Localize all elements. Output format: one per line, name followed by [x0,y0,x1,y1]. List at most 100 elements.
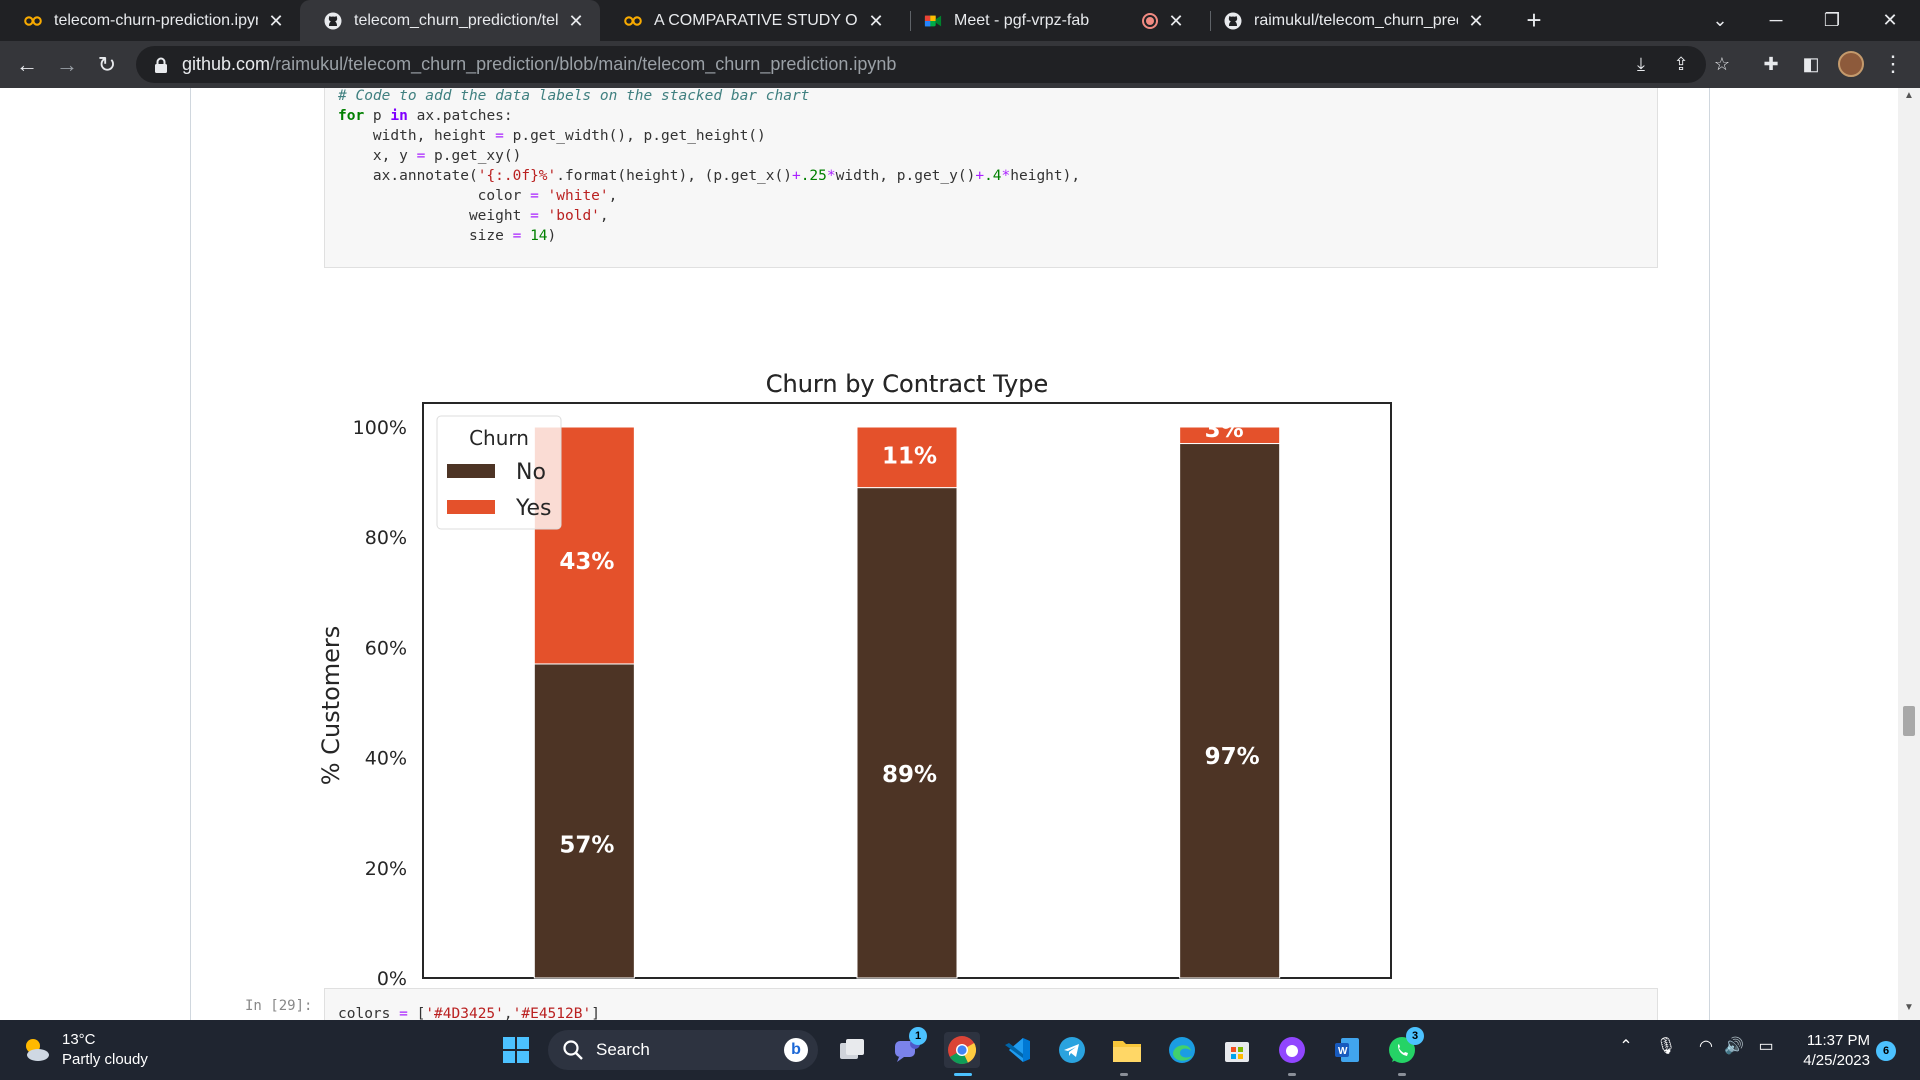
microsoft-store-icon[interactable] [1219,1032,1255,1068]
bar-data-label: 3% [1205,417,1244,443]
share-icon[interactable]: ⇪ [1666,49,1696,79]
notifications-badge[interactable]: 6 [1876,1041,1896,1061]
bar-data-label: 11% [882,443,937,469]
tab-title: Meet - pgf-vrpz-fab [954,11,1090,29]
code-line: ax.annotate('{:.0f}%'.format(height), (p… [338,168,1081,184]
url-text: github.com/raimukul/telecom_churn_predic… [182,54,896,75]
tab-github-notebook[interactable]: telecom_churn_prediction/telecom ✕ [300,0,600,41]
search-label: Search [596,1040,650,1059]
weather-desc: Partly cloudy [62,1051,148,1068]
edge-icon[interactable] [1164,1032,1200,1068]
page-scrollbar[interactable]: ▲ ▼ [1898,88,1920,1020]
file-explorer-icon[interactable] [1109,1032,1145,1068]
tab-search-icon[interactable]: ⌄ [1704,4,1736,36]
close-icon[interactable]: ✕ [566,11,586,31]
profile-avatar-icon[interactable] [1836,49,1866,79]
volume-icon[interactable]: 🔊 [1721,1036,1747,1056]
next-code-line: colors = ['#4D3425','#E4512B'] [338,1006,600,1020]
tab-title: telecom-churn-prediction.ipynb [54,11,258,29]
code-line: weight = 'bold', [338,208,609,224]
chart-output: Churn by Contract Type 0% 20% 40% 60% 80% 100%… [300,278,1420,1020]
word-icon[interactable]: W [1329,1032,1365,1068]
bar-no [533,663,635,979]
new-tab-button[interactable]: + [1519,6,1549,36]
scroll-down-icon[interactable]: ▼ [1898,1002,1920,1018]
vscode-icon[interactable] [999,1032,1035,1068]
minimize-icon[interactable]: ─ [1760,4,1792,36]
clock-date: 4/25/2023 [1803,1052,1870,1069]
weather-temp: 13°C [62,1031,96,1048]
chart-top-mask [422,278,1392,363]
cell-prompt: In [29]: [245,998,313,1014]
github-desktop-icon[interactable] [1274,1032,1310,1068]
meet-icon [924,12,942,30]
legend-entry-yes: Yes [515,496,552,521]
y-tick-label: 80% [365,527,407,549]
bar-no [856,487,958,979]
address-bar[interactable]: github.com/raimukul/telecom_churn_predic… [136,46,1706,83]
github-icon [1224,12,1242,30]
windows-taskbar: 13°C Partly cloudy Search b 1 W 3 ⌃ 🎙 ◠ … [0,1020,1920,1080]
side-panel-icon[interactable]: ◧ [1796,49,1826,79]
tab-colab-comparative[interactable]: A COMPARATIVE STUDY OF MUL ✕ [600,0,900,41]
bar-data-label: 97% [1205,744,1260,770]
running-indicator [1398,1073,1406,1076]
show-hidden-icons-icon[interactable]: ⌃ [1613,1036,1639,1056]
code-line-comment: # Code to add the data labels on the sta… [338,88,810,104]
tab-title: telecom_churn_prediction/telecom [354,11,558,29]
bar-no [1179,443,1281,979]
tab-meet[interactable]: Meet - pgf-vrpz-fab ✕ [900,0,1200,41]
scroll-up-icon[interactable]: ▲ [1898,90,1920,106]
svg-text:W: W [1338,1046,1348,1057]
bookmark-star-icon[interactable]: ☆ [1707,49,1737,79]
bar-data-label: 43% [559,549,614,575]
legend-title: Churn [469,426,529,450]
lock-icon [155,57,167,73]
battery-icon[interactable]: ▭ [1753,1036,1779,1056]
restore-icon[interactable]: ❐ [1816,4,1848,36]
code-line: size = 14) [338,228,557,244]
legend-swatch-no [447,464,495,478]
window-close-icon[interactable]: ✕ [1874,4,1906,36]
github-icon [324,12,342,30]
task-view-icon[interactable] [834,1032,870,1068]
wifi-icon[interactable]: ◠ [1693,1036,1719,1056]
close-icon[interactable]: ✕ [1166,11,1186,31]
chrome-icon[interactable] [944,1032,980,1068]
telegram-icon[interactable] [1054,1032,1090,1068]
install-app-icon[interactable]: ⤓ [1626,49,1656,79]
close-icon[interactable]: ✕ [266,11,286,31]
weather-widget[interactable]: 13°C Partly cloudy [20,1030,148,1070]
start-icon[interactable] [498,1032,534,1068]
browser-toolbar: ← → ↻ github.com/raimukul/telecom_churn_… [0,41,1920,88]
tab-colab-notebook[interactable]: telecom-churn-prediction.ipynb ✕ [0,0,300,41]
clock-time: 11:37 PM [1806,1032,1870,1049]
more-menu-icon[interactable]: ⋮ [1878,49,1908,79]
close-icon[interactable]: ✕ [866,11,886,31]
reload-icon[interactable]: ↻ [91,49,123,81]
page-viewport: # Code to add the data labels on the sta… [0,88,1920,1020]
y-tick-label: 0% [377,968,407,990]
tab-github-repo[interactable]: raimukul/telecom_churn_predicti ✕ [1200,0,1500,41]
microphone-icon[interactable]: 🎙 [1653,1036,1679,1056]
y-tick-label: 40% [365,748,407,770]
legend-entry-no: No [516,460,546,485]
whatsapp-badge: 3 [1406,1027,1424,1045]
code-line: width, height = p.get_width(), p.get_hei… [338,128,766,144]
system-clock[interactable]: 11:37 PM 4/25/2023 [1790,1031,1870,1071]
bing-icon: b [784,1038,808,1062]
url-host: github.com [182,54,271,74]
forward-icon[interactable]: → [51,49,83,81]
active-indicator [954,1073,972,1076]
extensions-icon[interactable]: ✚ [1756,49,1786,79]
back-icon[interactable]: ← [11,49,43,81]
y-tick-label: 60% [365,637,407,659]
scroll-thumb[interactable] [1903,706,1915,736]
running-indicator [1288,1073,1296,1076]
code-cell: # Code to add the data labels on the sta… [324,88,1658,268]
teams-badge: 1 [909,1027,927,1045]
taskbar-search[interactable]: Search b [548,1030,818,1070]
recording-icon [1142,12,1158,29]
close-icon[interactable]: ✕ [1466,11,1486,31]
bar-data-label: 89% [882,762,937,788]
